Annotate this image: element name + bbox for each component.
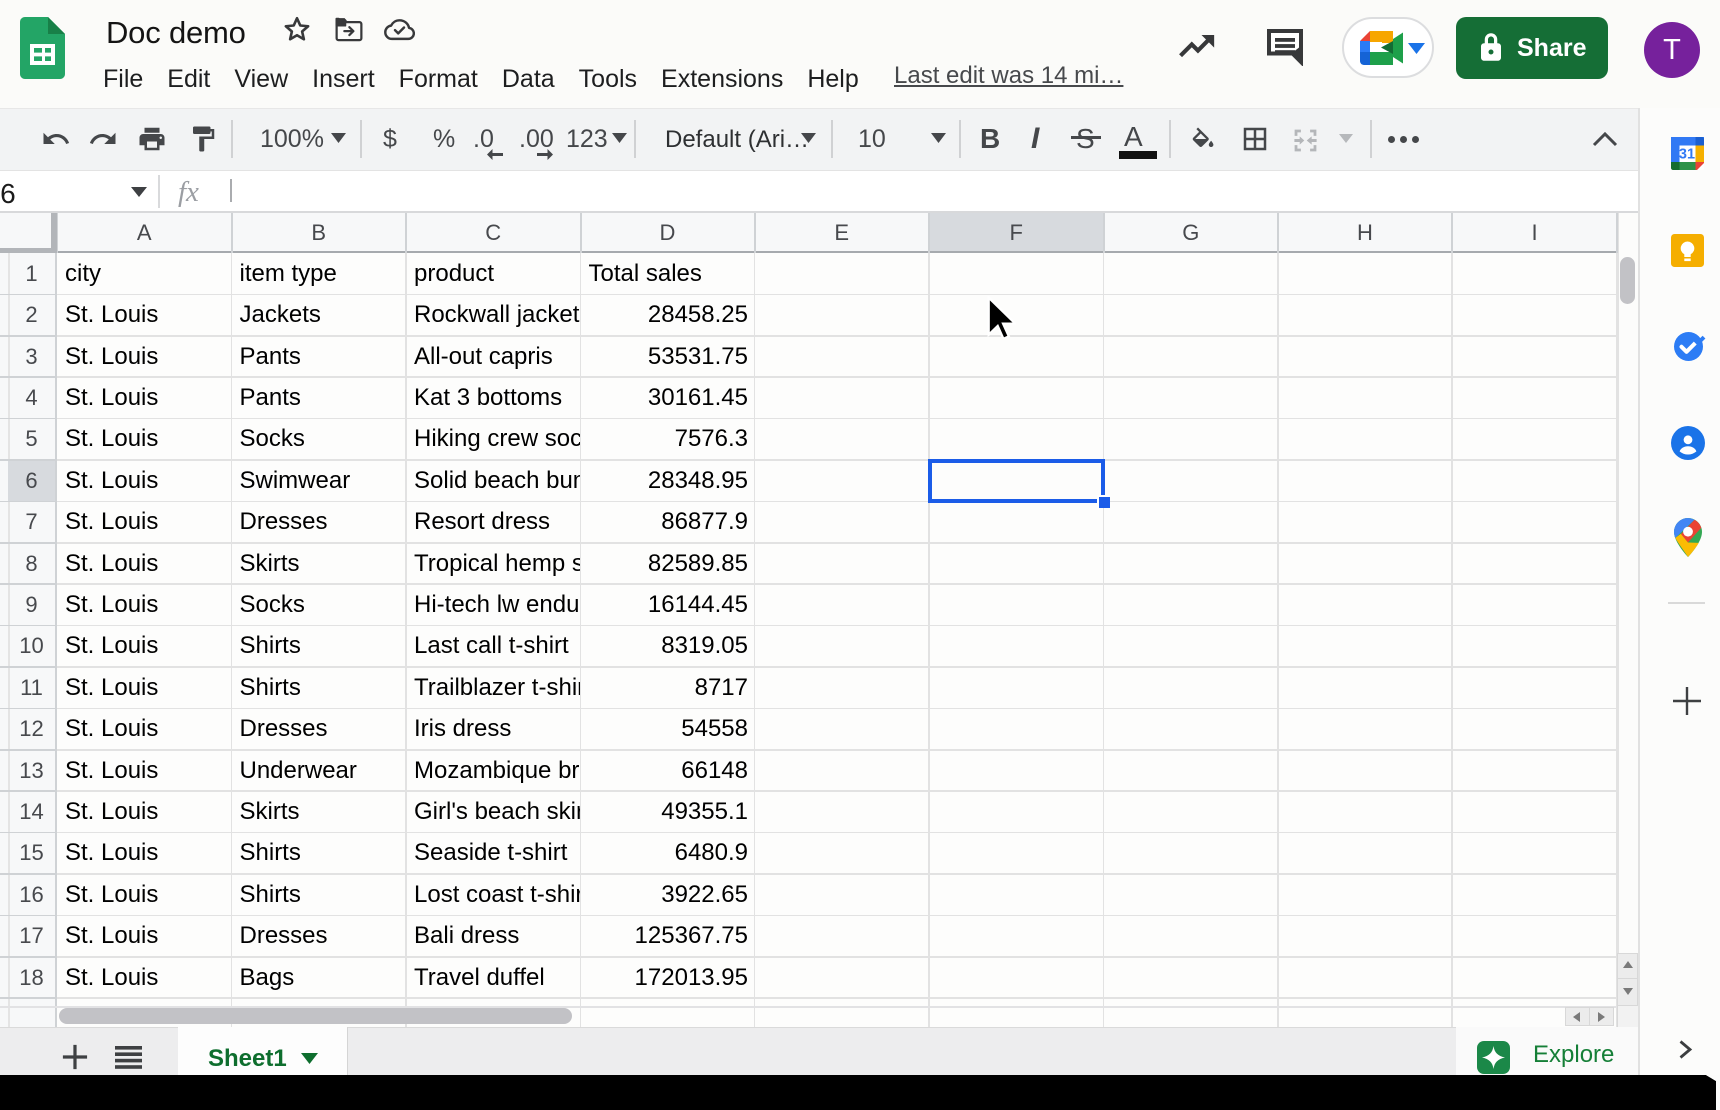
svg-text:31: 31: [1679, 147, 1695, 163]
